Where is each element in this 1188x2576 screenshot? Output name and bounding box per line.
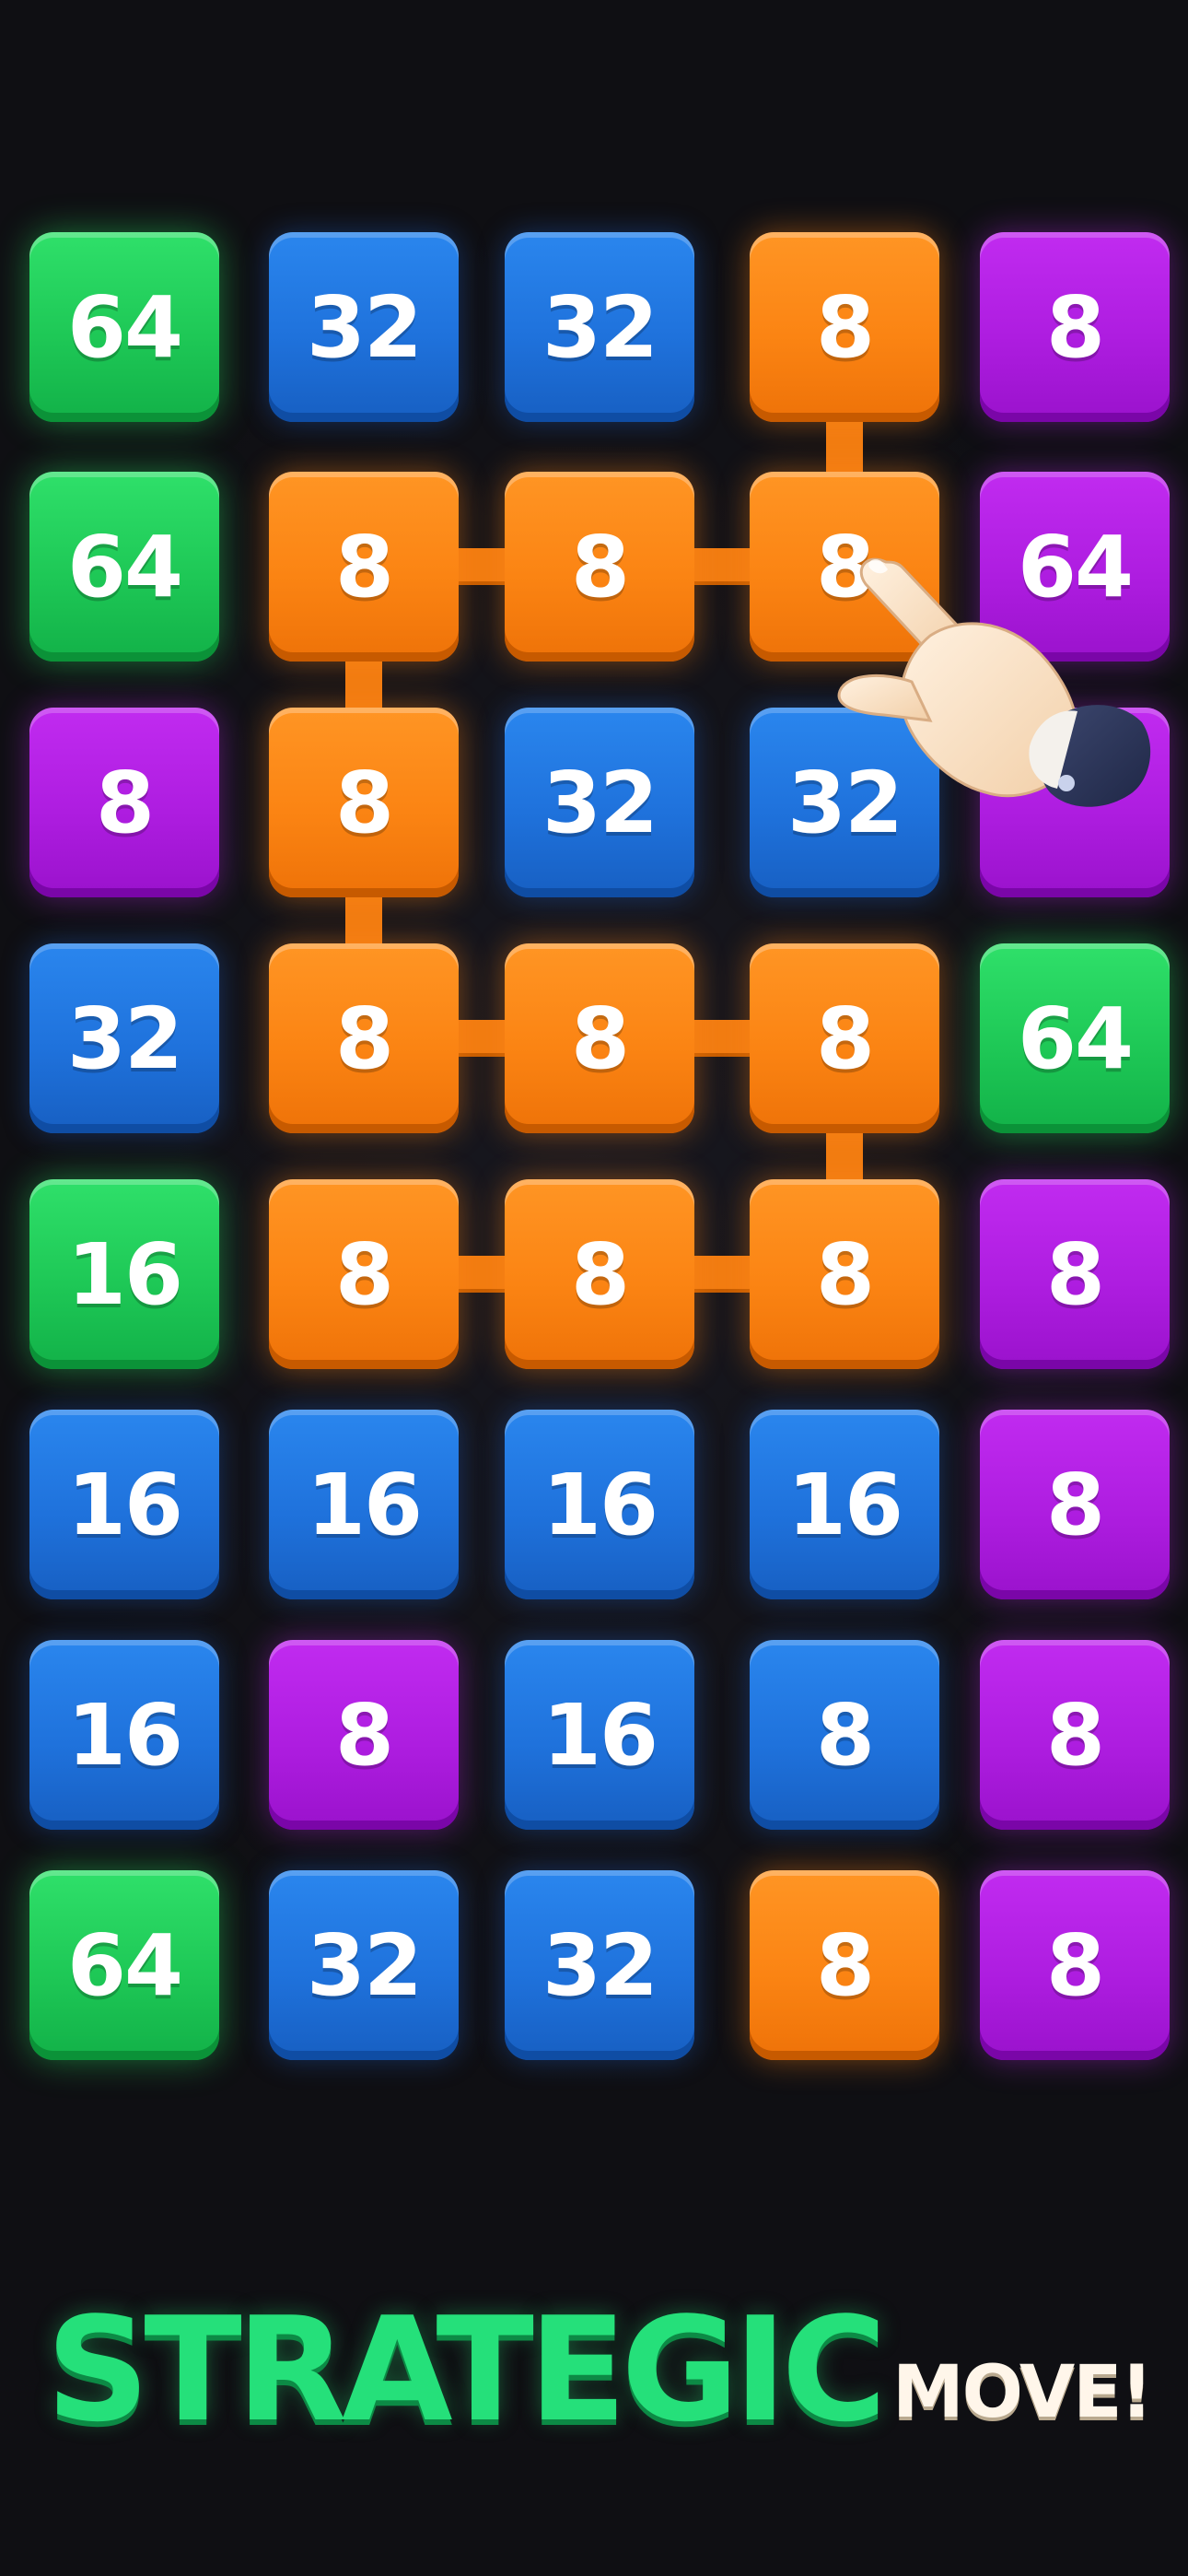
slogan-sub-text: MOVE! bbox=[892, 2351, 1153, 2434]
chain-link bbox=[826, 413, 863, 481]
tile-r8-c2[interactable]: 32 bbox=[269, 1870, 459, 2060]
tile-r4-c4[interactable]: 8 bbox=[750, 943, 939, 1133]
tile-r2-c1[interactable]: 64 bbox=[29, 472, 219, 662]
tile-r1-c5[interactable]: 8 bbox=[980, 232, 1170, 422]
tile-r8-c3[interactable]: 32 bbox=[505, 1870, 694, 2060]
tile-r1-c4[interactable]: 8 bbox=[750, 232, 939, 422]
tile-r5-c2[interactable]: 8 bbox=[269, 1179, 459, 1369]
tile-r1-c1[interactable]: 64 bbox=[29, 232, 219, 422]
tile-r4-c2[interactable]: 8 bbox=[269, 943, 459, 1133]
tile-r5-c5[interactable]: 8 bbox=[980, 1179, 1170, 1369]
chain-link bbox=[685, 1020, 759, 1057]
promo-slogan: STRATEGIC MOVE! bbox=[46, 2276, 1153, 2453]
chain-link bbox=[685, 548, 759, 585]
tile-r6-c2[interactable]: 16 bbox=[269, 1410, 459, 1599]
tile-r7-c1[interactable]: 16 bbox=[29, 1640, 219, 1830]
tile-r6-c5[interactable]: 8 bbox=[980, 1410, 1170, 1599]
tile-r7-c2[interactable]: 8 bbox=[269, 1640, 459, 1830]
tile-r7-c4[interactable]: 8 bbox=[750, 1640, 939, 1830]
tile-r1-c2[interactable]: 32 bbox=[269, 232, 459, 422]
tile-r2-c2[interactable]: 8 bbox=[269, 472, 459, 662]
tile-r8-c4[interactable]: 8 bbox=[750, 1870, 939, 2060]
tile-r5-c1[interactable]: 16 bbox=[29, 1179, 219, 1369]
tile-r7-c3[interactable]: 16 bbox=[505, 1640, 694, 1830]
tile-r6-c1[interactable]: 16 bbox=[29, 1410, 219, 1599]
tile-r5-c3[interactable]: 8 bbox=[505, 1179, 694, 1369]
tile-r3-c2[interactable]: 8 bbox=[269, 708, 459, 897]
tile-r1-c3[interactable]: 32 bbox=[505, 232, 694, 422]
slogan-main-text: STRATEGIC bbox=[46, 2286, 887, 2453]
pointing-hand-icon bbox=[837, 557, 1151, 807]
tile-r4-c3[interactable]: 8 bbox=[505, 943, 694, 1133]
tile-r6-c3[interactable]: 16 bbox=[505, 1410, 694, 1599]
tile-r7-c5[interactable]: 8 bbox=[980, 1640, 1170, 1830]
game-board: 64 32 32 8 8 64 8 8 8 64 8 8 32 32 32 8 8 8 64 16 8 8 8 8 16 16 16… bbox=[0, 0, 1188, 2119]
tile-r2-c3[interactable]: 8 bbox=[505, 472, 694, 662]
tile-r6-c4[interactable]: 16 bbox=[750, 1410, 939, 1599]
tile-r4-c5[interactable]: 64 bbox=[980, 943, 1170, 1133]
tile-r5-c4[interactable]: 8 bbox=[750, 1179, 939, 1369]
tile-r3-c3[interactable]: 32 bbox=[505, 708, 694, 897]
tile-r3-c1[interactable]: 8 bbox=[29, 708, 219, 897]
tile-r8-c5[interactable]: 8 bbox=[980, 1870, 1170, 2060]
chain-link bbox=[685, 1256, 759, 1293]
tile-r4-c1[interactable]: 32 bbox=[29, 943, 219, 1133]
tile-r8-c1[interactable]: 64 bbox=[29, 1870, 219, 2060]
